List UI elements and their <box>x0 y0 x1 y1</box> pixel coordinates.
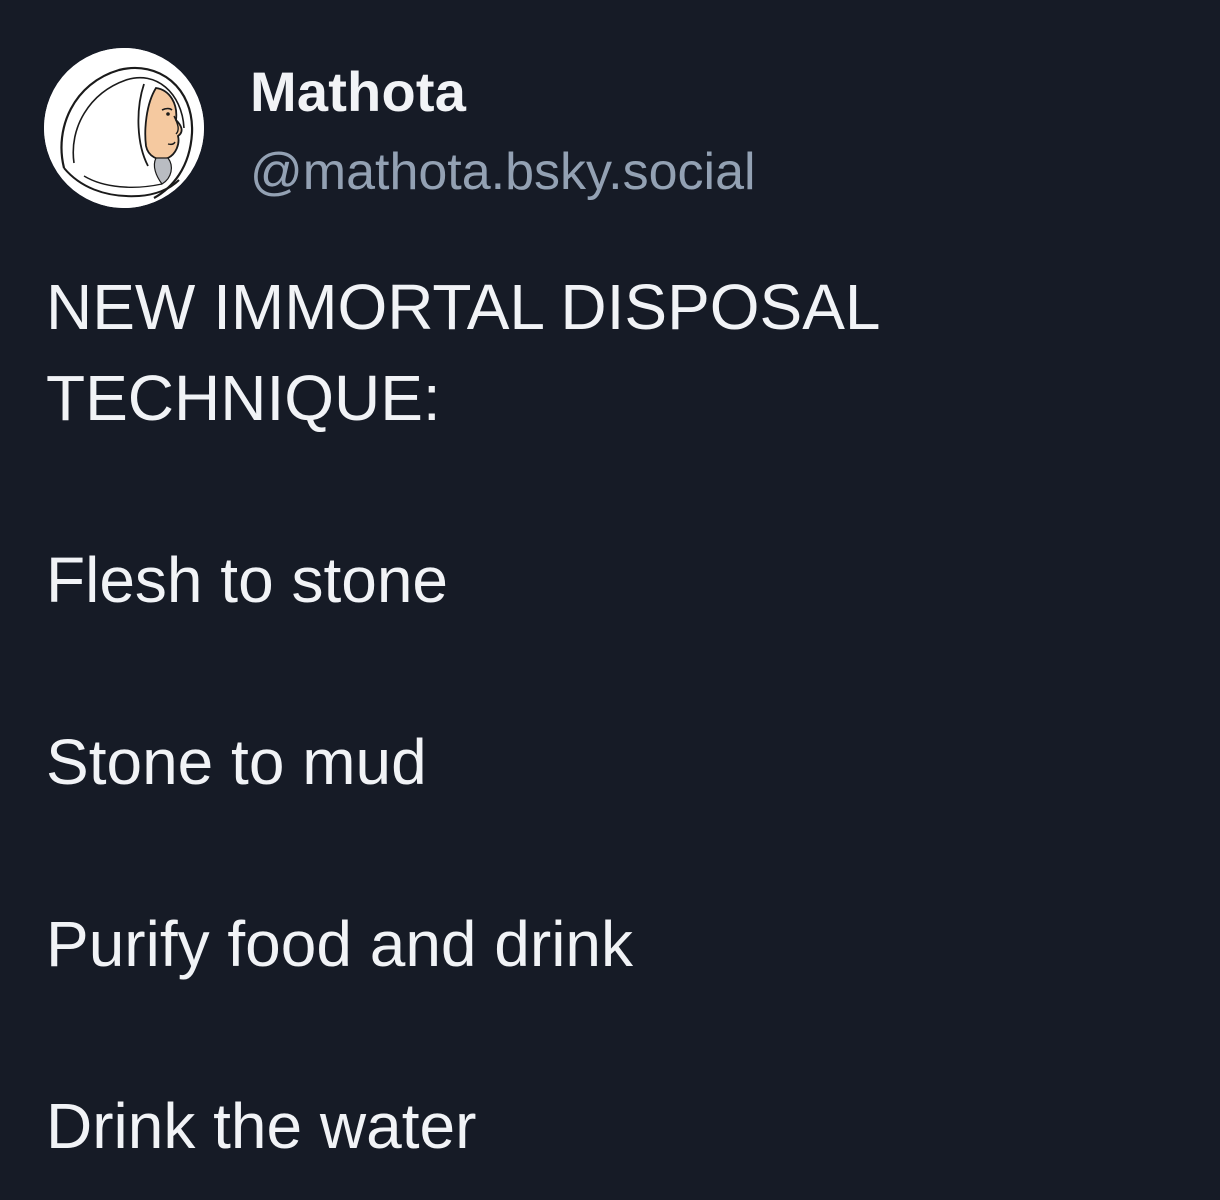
post-heading: NEW IMMORTAL DISPOSAL TECHNIQUE: <box>46 262 1186 444</box>
author-display-name[interactable]: Mathota <box>250 58 466 126</box>
post-list-item: Drink the water <box>46 1090 477 1162</box>
post-heading-line: TECHNIQUE: <box>46 362 441 434</box>
author-handle[interactable]: @mathota.bsky.social <box>250 140 756 204</box>
post-card: Mathota @mathota.bsky.social NEW IMMORTA… <box>0 0 1220 1200</box>
post-heading-line: NEW IMMORTAL DISPOSAL <box>46 271 881 343</box>
post-text: NEW IMMORTAL DISPOSAL TECHNIQUE: Flesh t… <box>46 262 1186 1172</box>
post-list-item: Purify food and drink <box>46 908 633 980</box>
avatar[interactable] <box>44 48 204 208</box>
hooded-figure-avatar-icon <box>44 48 204 208</box>
post-list-item: Stone to mud <box>46 726 427 798</box>
post-list-item: Flesh to stone <box>46 544 448 616</box>
